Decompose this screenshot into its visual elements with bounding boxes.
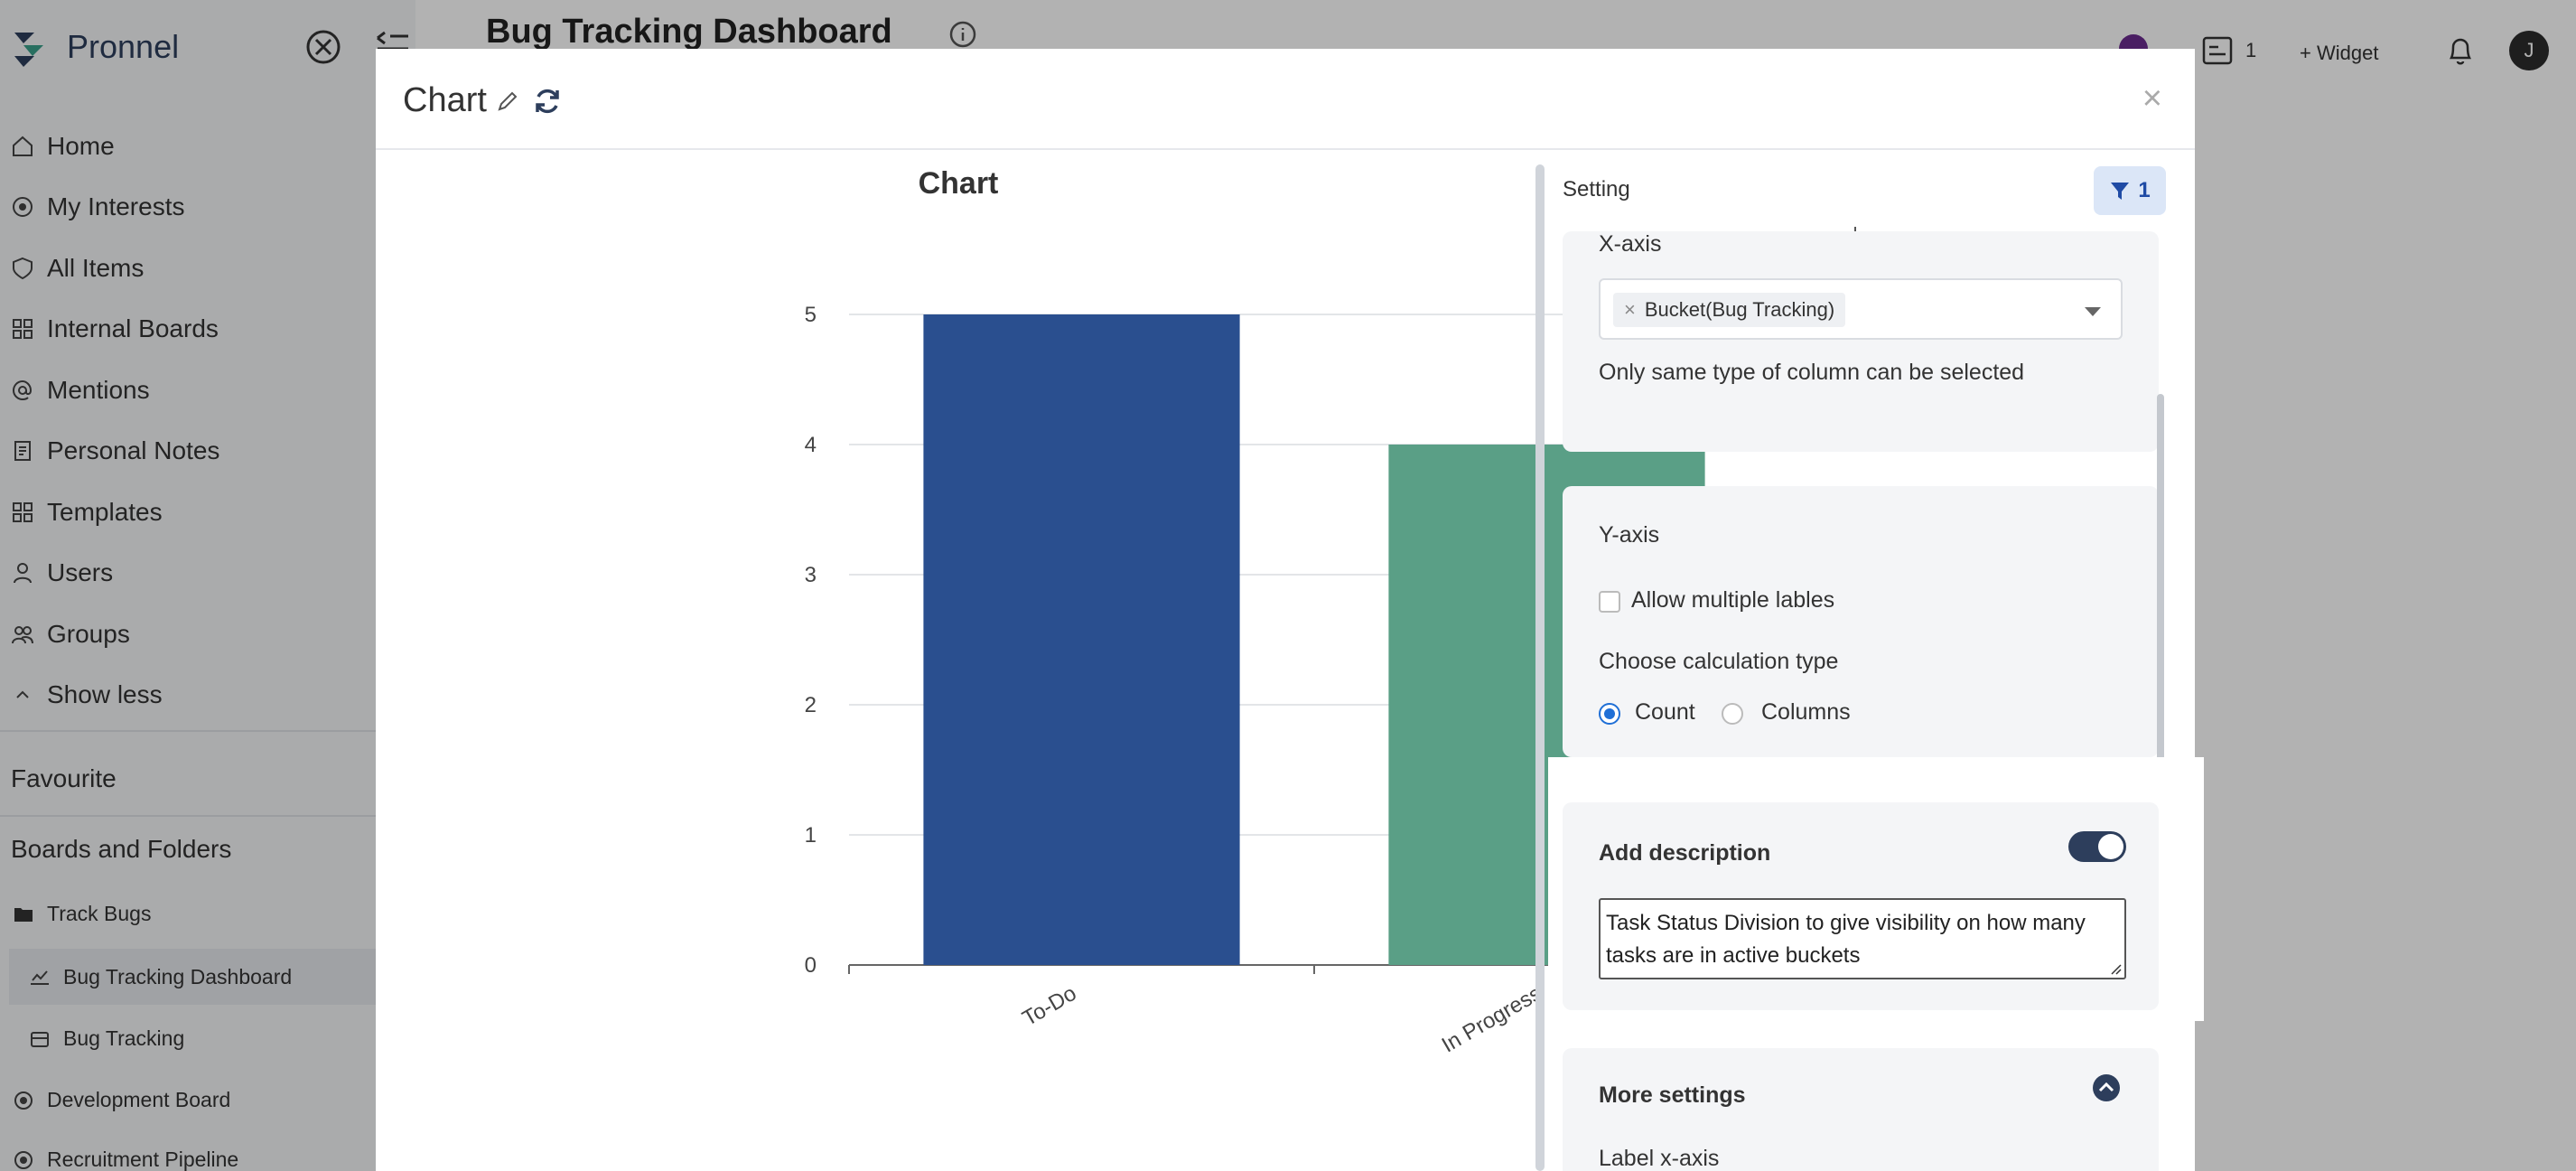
settings-scrollbar-thumb[interactable] — [2157, 394, 2164, 782]
pencil-icon[interactable] — [496, 89, 519, 113]
yaxis-card: Y-axis Allow multiple lables Choose calc… — [1563, 486, 2159, 757]
y-tick-label: 4 — [805, 433, 817, 457]
description-textarea[interactable]: Task Status Division to give visibility … — [1599, 898, 2126, 979]
y-tick-label: 0 — [805, 953, 817, 978]
chevron-down-icon[interactable] — [2085, 307, 2101, 316]
filter-button[interactable]: 1 — [2094, 166, 2166, 215]
radio-columns[interactable] — [1722, 703, 1743, 725]
y-tick-label: 1 — [805, 823, 817, 848]
description-toggle[interactable] — [2068, 831, 2126, 862]
tag-remove-button[interactable]: × — [1624, 298, 1636, 322]
xaxis-select[interactable]: × Bucket(Bug Tracking) — [1599, 278, 2123, 340]
refresh-icon[interactable] — [532, 86, 563, 117]
resize-grip-icon[interactable] — [2110, 963, 2123, 976]
selected-tag: × Bucket(Bug Tracking) — [1613, 293, 1846, 327]
chart-title: Chart — [918, 166, 999, 201]
modal-header: Chart × — [376, 49, 2195, 150]
calc-type-label: Choose calculation type — [1599, 649, 1839, 674]
setting-label: Setting — [1563, 177, 1630, 201]
description-highlight: Add description Task Status Division to … — [1548, 757, 2204, 1021]
radio-count-label: Count — [1635, 699, 1695, 725]
bar-to-do — [923, 314, 1240, 965]
radio-count[interactable] — [1599, 703, 1620, 725]
more-settings-label: More settings — [1599, 1082, 1746, 1108]
label-xaxis-label: Label x-axis — [1599, 1146, 1720, 1171]
description-card: Add description Task Status Division to … — [1563, 802, 2159, 1010]
x-tick-label: To-Do — [1019, 981, 1081, 1031]
xaxis-card: X-axis × Bucket(Bug Tracking) Only same … — [1563, 231, 2159, 452]
description-text: Task Status Division to give visibility … — [1606, 911, 2086, 968]
modal-title-text[interactable]: Chart — [403, 81, 487, 120]
radio-columns-label: Columns — [1761, 699, 1851, 725]
xaxis-label: X-axis — [1599, 231, 1662, 257]
xaxis-hint: Only same type of column can be selected — [1599, 360, 2025, 385]
y-tick-label: 3 — [805, 563, 817, 587]
y-tick-label: 5 — [805, 303, 817, 327]
filter-icon — [2111, 183, 2130, 200]
allow-multiple-label: Allow multiple lables — [1631, 587, 1835, 613]
add-description-label: Add description — [1599, 840, 1771, 866]
allow-multiple-checkbox[interactable] — [1599, 591, 1620, 613]
tag-label: Bucket(Bug Tracking) — [1644, 298, 1835, 321]
more-settings-card: More settings Label x-axis — [1563, 1048, 2159, 1171]
yaxis-label: Y-axis — [1599, 522, 1660, 548]
y-tick-label: 2 — [805, 693, 817, 717]
chevron-up-circle-icon[interactable] — [2092, 1073, 2121, 1102]
x-tick-label: In Progress — [1438, 981, 1546, 1052]
panel-scrollbar[interactable] — [1535, 164, 1545, 1171]
filter-count: 1 — [2138, 178, 2151, 202]
modal-close-button[interactable]: × — [2142, 80, 2162, 118]
modal-title: Chart — [403, 81, 563, 120]
